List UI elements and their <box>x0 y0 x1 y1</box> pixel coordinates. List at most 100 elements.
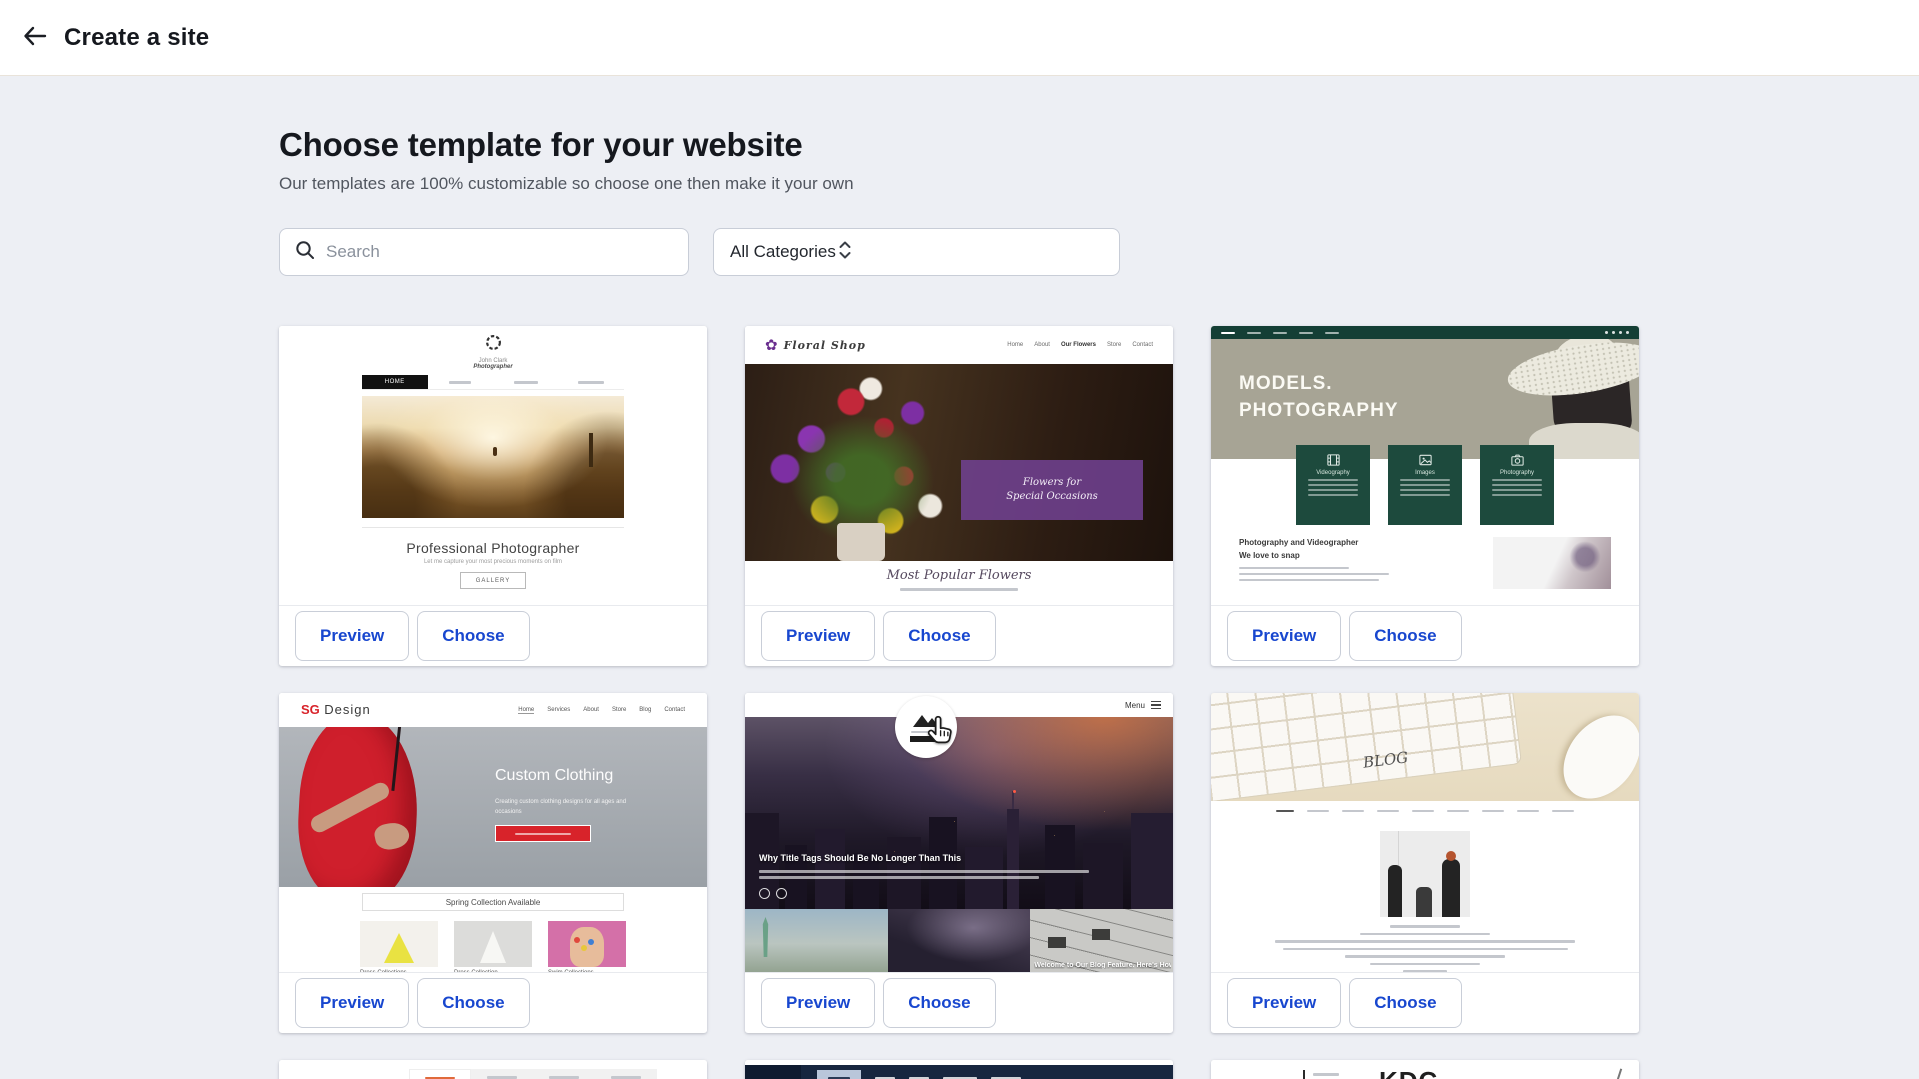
back-arrow-icon <box>21 22 49 53</box>
kdc-brand: KDC <box>1379 1066 1438 1079</box>
photographer-nav-home: HOME <box>362 375 428 389</box>
template-preview-keyboard-blog: BLOG <box>1211 693 1639 972</box>
photographer-gallery-button: GALLERY <box>460 572 526 589</box>
card-footer: Preview Choose <box>1211 972 1639 1032</box>
floral-section-title: Most Popular Flowers <box>745 568 1173 583</box>
product-swim: Swim Collections <box>548 921 626 972</box>
thumbnail-statue-of-liberty <box>745 909 888 972</box>
preview-button[interactable]: Preview <box>1227 611 1341 661</box>
preview-button[interactable]: Preview <box>761 611 875 661</box>
mouse <box>1548 700 1639 801</box>
camera-shutter-icon <box>485 334 502 351</box>
travel-thumbnails: Welcome to Our Blog Feature. Here's How … <box>745 909 1173 972</box>
sg-nav: Home Services About Store Blog Contact <box>518 707 685 714</box>
sg-collection-strip: Spring Collection Available <box>279 887 707 917</box>
models-hero: MODELS. PHOTOGRAPHY <box>1211 339 1639 459</box>
category-select-value: All Categories <box>730 242 836 262</box>
main-content: Choose template for your website Our tem… <box>0 126 1919 1079</box>
photographer-logo: John Clark Photographer <box>279 326 707 370</box>
back-button[interactable] <box>18 21 52 55</box>
carousel-arrows <box>759 888 787 899</box>
chevron-up-down-icon <box>836 238 854 267</box>
tab <box>471 1069 533 1079</box>
camera-icon <box>1510 453 1525 467</box>
tabs-bar <box>279 1069 707 1079</box>
section-heading: Choose template for your website <box>279 126 1919 164</box>
search-input[interactable] <box>326 242 674 262</box>
choose-button[interactable]: Choose <box>883 611 995 661</box>
city-lights <box>1013 790 1016 793</box>
product-dress-yellow: Dress Collections <box>360 921 438 972</box>
template-card-partial-navy <box>745 1060 1173 1079</box>
search-box[interactable] <box>279 228 689 276</box>
template-preview-models: MODELS. PHOTOGRAPHY Videography Images <box>1211 326 1639 605</box>
travel-topbar: Menu <box>745 693 1173 717</box>
product-dress-white: Dress Collection <box>454 921 532 972</box>
photographer-nav-item <box>428 375 494 389</box>
template-preview-tabs <box>279 1060 707 1079</box>
photographer-hero-image <box>362 396 624 518</box>
hamburger-menu-icon <box>1151 701 1161 710</box>
blog-hero-desk: BLOG <box>1211 693 1639 801</box>
tab <box>533 1069 595 1079</box>
search-icon <box>294 239 316 266</box>
choose-button[interactable]: Choose <box>883 978 995 1028</box>
feature-card-photography: Photography <box>1480 445 1554 525</box>
template-card-keyboard-blog: BLOG <box>1211 693 1639 1033</box>
navy-nav-active <box>817 1070 861 1079</box>
photographer-tagline: Let me capture your most precious moment… <box>279 559 707 565</box>
preview-button[interactable]: Preview <box>1227 978 1341 1028</box>
thumbnail-ski-lift: Welcome to Our Blog Feature. Here's How … <box>1030 909 1173 972</box>
floral-brand: Floral Shop <box>784 339 866 352</box>
choose-button[interactable]: Choose <box>417 978 529 1028</box>
travel-logo-badge <box>895 696 957 758</box>
preview-button[interactable]: Preview <box>295 611 409 661</box>
card-footer: Preview Choose <box>279 605 707 665</box>
preview-button[interactable]: Preview <box>761 978 875 1028</box>
template-card-partial-kdc: KDC <box>1211 1060 1639 1079</box>
preview-button[interactable]: Preview <box>295 978 409 1028</box>
travel-hero-skyline: Why Title Tags Should Be No Longer Than … <box>745 717 1173 909</box>
social-icons <box>1605 331 1629 334</box>
choose-button[interactable]: Choose <box>1349 611 1461 661</box>
film-icon <box>1326 453 1341 467</box>
salon-photo <box>1380 831 1470 917</box>
filter-controls: All Categories <box>279 228 1919 276</box>
floral-nav: Home About Our Flowers Store Contact <box>1007 342 1153 348</box>
product-image <box>454 921 532 967</box>
category-select[interactable]: All Categories <box>713 228 1120 276</box>
image-icon <box>1418 453 1433 467</box>
template-preview-navy <box>745 1060 1173 1079</box>
photographer-title: Professional Photographer <box>279 540 707 556</box>
sg-hero-text: Creating custom clothing designs for all… <box>495 797 653 817</box>
template-card-sg-design: SG Design Home Services About Store Blog… <box>279 693 707 1033</box>
sg-hero: Custom Clothing Creating custom clothing… <box>279 727 707 887</box>
sg-brand: SG Design <box>301 701 371 719</box>
vase <box>837 523 885 561</box>
decorative-slash <box>1610 1069 1622 1079</box>
tab-active <box>409 1069 471 1079</box>
card-footer: Preview Choose <box>745 605 1173 665</box>
app-header: Create a site <box>0 0 1919 76</box>
side-nav-rule <box>1303 1070 1305 1079</box>
card-footer: Preview Choose <box>279 972 707 1032</box>
flower-icon: ✿ <box>765 336 778 354</box>
template-card-partial-tabs <box>279 1060 707 1079</box>
floral-nav-item: Our Flowers <box>1061 342 1096 348</box>
template-card-models: MODELS. PHOTOGRAPHY Videography Images <box>1211 326 1639 666</box>
mountain-logo-icon <box>911 712 941 728</box>
floral-nav-item: Store <box>1107 342 1121 348</box>
template-grid: John Clark Photographer HOME Professiona… <box>279 326 1640 1079</box>
navy-logo-block <box>745 1065 801 1079</box>
travel-menu-label: Menu <box>1125 701 1145 710</box>
models-feature-cards: Videography Images Photography <box>1211 445 1639 525</box>
product-image <box>548 921 626 967</box>
template-card-photographer: John Clark Photographer HOME Professiona… <box>279 326 707 666</box>
thumbnail-night-sky <box>888 909 1031 972</box>
keyboard <box>1211 693 1522 801</box>
template-preview-floral: ✿ Floral Shop Home About Our Flowers Sto… <box>745 326 1173 605</box>
choose-button[interactable]: Choose <box>417 611 529 661</box>
floral-banner: Flowers for Special Occasions <box>961 460 1143 520</box>
choose-button[interactable]: Choose <box>1349 978 1461 1028</box>
page-title: Create a site <box>64 24 209 52</box>
